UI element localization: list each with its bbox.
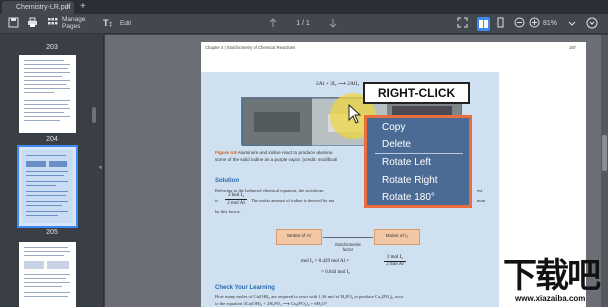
fit-page-icon[interactable] bbox=[457, 17, 468, 31]
zoom-level[interactable]: 81% bbox=[543, 17, 567, 31]
print-icon[interactable] bbox=[27, 17, 38, 31]
toolbar: Manage Pages T ‡ Edit 1 / 1 81% bbox=[0, 14, 608, 34]
solution-text: by this factor: bbox=[215, 209, 241, 214]
page-number: 197 bbox=[569, 45, 576, 50]
scrollbar-thumb[interactable] bbox=[602, 135, 607, 171]
mouse-cursor-icon bbox=[348, 103, 362, 129]
solution-text-end: est bbox=[477, 188, 483, 193]
flow-arrow bbox=[323, 237, 373, 238]
menu-item-copy[interactable]: Copy bbox=[382, 121, 405, 135]
zoom-out-icon[interactable] bbox=[514, 17, 525, 31]
menu-item-delete[interactable]: Delete bbox=[382, 138, 411, 152]
watermark-url: www.xiazaiba.com bbox=[515, 294, 586, 303]
collapse-sidebar-icon[interactable]: « bbox=[99, 165, 102, 171]
edit-label[interactable]: Edit bbox=[120, 20, 131, 27]
watermark-logo: 下载吧 www.xiazaiba.com bbox=[503, 258, 603, 304]
next-page-icon[interactable] bbox=[328, 17, 338, 31]
more-options-icon[interactable] bbox=[586, 17, 598, 31]
check-heading: Check Your Learning bbox=[215, 285, 275, 291]
flow-box-left: Moles of Al bbox=[276, 229, 322, 245]
stoichiometric-fraction: 3 mol I₂ 2 mol Al bbox=[225, 192, 247, 207]
tab-label: Chemistry-LR.pdf bbox=[16, 4, 71, 11]
watermark-text: 下载吧 bbox=[503, 257, 601, 295]
equation: 2Al + 3I₂ ⟶ 2AlI₃ bbox=[316, 81, 360, 87]
thumbnail-label: 205 bbox=[46, 229, 58, 236]
menu-item-rotate-left[interactable]: Rotate Left bbox=[382, 156, 431, 170]
menu-item-rotate-right[interactable]: Rotate Right bbox=[382, 174, 438, 188]
svg-text:‡: ‡ bbox=[109, 22, 112, 28]
thumbnail-label: 204 bbox=[46, 136, 58, 143]
sidebar-scrollbar[interactable] bbox=[92, 107, 96, 123]
solution-heading: Solution bbox=[215, 178, 239, 184]
right-click-label: RIGHT-CLICK bbox=[363, 82, 470, 104]
pdf-editor-window: Chemistry-LR.pdf × + Manage Pages T ‡ Edi… bbox=[0, 0, 608, 307]
solution-text-prefix: is bbox=[215, 198, 219, 203]
new-tab-button[interactable]: + bbox=[80, 0, 86, 13]
menu-separator bbox=[375, 153, 463, 154]
thumbnail-label: 203 bbox=[46, 44, 58, 51]
tab-close-icon[interactable]: × bbox=[66, 1, 70, 14]
menu-item-rotate-180[interactable]: Rotate 180° bbox=[382, 191, 435, 205]
flow-box-right: Moles of I₂ bbox=[374, 229, 420, 245]
page-thumbnail[interactable] bbox=[19, 55, 76, 133]
calculation: mol I₂ = 0.429 mol Al × bbox=[301, 259, 350, 264]
page-thumbnail[interactable] bbox=[19, 242, 76, 307]
manage-pages-label[interactable]: Manage Pages bbox=[62, 16, 86, 30]
save-icon[interactable] bbox=[8, 17, 19, 31]
page-thumbnail-selected[interactable] bbox=[17, 145, 78, 228]
page-thumbnails-sidebar: 203 204 205 bbox=[0, 35, 104, 307]
calculation-fraction: 3 mol I₂ 2 mol Al bbox=[384, 255, 406, 268]
check-text: How many moles of Ca(OH)₂ are required t… bbox=[215, 294, 404, 299]
previous-page-icon[interactable] bbox=[268, 17, 278, 31]
two-page-view-icon[interactable] bbox=[477, 17, 490, 31]
page-indicator[interactable]: 1 / 1 bbox=[283, 17, 323, 31]
manage-pages-button[interactable] bbox=[47, 17, 58, 31]
check-text: to the equation 3Ca(OH)₂ + 2H₃PO₄ ⟶ Ca₃(… bbox=[215, 301, 327, 306]
tab-strip: Chemistry-LR.pdf × + bbox=[0, 0, 608, 14]
edit-text-icon[interactable]: T ‡ bbox=[103, 17, 116, 31]
tab-document[interactable]: Chemistry-LR.pdf × bbox=[2, 1, 74, 14]
figure-label: Figure 4.9 bbox=[215, 150, 237, 155]
single-page-view-icon[interactable] bbox=[495, 17, 506, 31]
calculation-result: = 0.644 mol I₂ bbox=[321, 270, 351, 275]
flow-label: Stoichiometric factor bbox=[334, 242, 362, 252]
context-menu: Copy Delete Rotate Left Rotate Right Rot… bbox=[364, 115, 472, 208]
zoom-in-icon[interactable] bbox=[529, 17, 540, 31]
page-header: Chapter 4 | Stoichiometry of Chemical Re… bbox=[205, 45, 296, 50]
solution-text-end: num bbox=[477, 198, 486, 203]
zoom-dropdown-icon[interactable] bbox=[568, 17, 576, 31]
